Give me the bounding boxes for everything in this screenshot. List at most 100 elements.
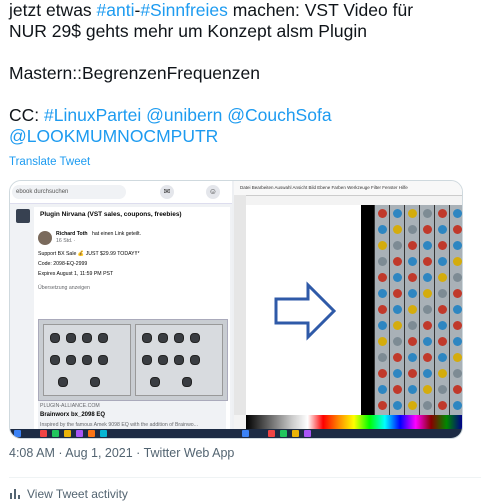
plugin-knob (423, 241, 432, 250)
activity-bar-chart-icon (10, 489, 20, 499)
tweet-text-segment: NUR 29$ gehts mehr um Konzept alsm Plugi… (9, 21, 367, 41)
plugin-knob (438, 209, 447, 218)
plugin-knob (438, 257, 447, 266)
plugin-knob (393, 369, 402, 378)
plugin-knob (393, 337, 402, 346)
post-line-3: Expires August 1, 11:59 PM PST (38, 271, 114, 277)
plugin-knob (408, 289, 417, 298)
plugin-knob (408, 337, 417, 346)
plugin-knob (378, 305, 387, 314)
gimp-palette (246, 415, 462, 429)
gimp-toolbox (234, 195, 246, 415)
plugin-knob (438, 225, 447, 234)
facebook-screenshot: ebook durchsuchen ✉ ☺ Plugin Nirvana (VS… (10, 181, 232, 438)
plugin-knob (393, 321, 402, 330)
post-translate: Übersetzung anzeigen (38, 285, 90, 291)
plugin-knob (423, 209, 432, 218)
tweet-text-line: Mastern::BegrenzenFrequenzen (9, 63, 479, 84)
plugin-knob (378, 209, 387, 218)
plugin-knob (393, 273, 402, 282)
plugin-knob (423, 257, 432, 266)
tweet-text-segment: jetzt etwas (9, 0, 97, 20)
plugin-knob (378, 321, 387, 330)
plugin-knob (378, 401, 387, 410)
plugin-knob (453, 385, 462, 394)
plugin-panel-right (135, 324, 223, 396)
people-icon: ☺ (206, 185, 220, 199)
tweet-text-line: jetzt etwas #anti-#Sinnfreies machen: VS… (9, 0, 479, 21)
tweet-text: jetzt etwas #anti-#Sinnfreies machen: VS… (9, 0, 479, 147)
plugin-knob (408, 241, 417, 250)
plugin-knob (423, 369, 432, 378)
plugin-image (38, 319, 228, 401)
plugin-knob (438, 337, 447, 346)
plugin-knob (423, 273, 432, 282)
plugin-knob (453, 225, 462, 234)
plugin-knob (378, 369, 387, 378)
plugin-knob (408, 369, 417, 378)
plugin-knob (438, 241, 447, 250)
poster-avatar (38, 231, 52, 245)
plugin-knob (378, 353, 387, 362)
mention-link[interactable]: @unibern (146, 105, 222, 125)
plugin-knob (408, 209, 417, 218)
plugin-knob (438, 401, 447, 410)
plugin-knob (453, 401, 462, 410)
link-domain: PLUGIN-ALLIANCE.COM (40, 403, 100, 409)
plugin-knob (438, 289, 447, 298)
tweet-timestamp[interactable]: 4:08 AM · Aug 1, 2021 · Twitter Web App (9, 446, 234, 460)
link-title: Brainworx bx_2098 EQ (40, 412, 106, 418)
post-line-1: Support BX Sale 💰 JUST $29.99 TODAY!!* (38, 251, 140, 257)
plugin-knob (393, 257, 402, 266)
plugin-knob (378, 257, 387, 266)
plugin-knob (453, 369, 462, 378)
hashtag-link[interactable]: #Sinnfreies (140, 0, 228, 20)
view-tweet-activity[interactable]: View Tweet activity (9, 487, 128, 501)
plugin-knob (438, 385, 447, 394)
plugin-knob (423, 353, 432, 362)
mention-link[interactable]: @LOOKMUMNOCMPUTR (9, 126, 218, 146)
tweet-text-line (9, 84, 479, 105)
plugin-knob (378, 385, 387, 394)
tweet-text-segment: machen: VST Video für (227, 0, 414, 20)
group-avatar (16, 209, 30, 223)
plugin-knob (453, 273, 462, 282)
plugin-knob (378, 337, 387, 346)
plugin-knob (393, 305, 402, 314)
plugin-knob (408, 401, 417, 410)
gimp-canvas (246, 205, 361, 415)
plugin-knob (378, 273, 387, 282)
plugin-strip (449, 205, 462, 415)
plugin-knob (423, 337, 432, 346)
plugin-knob (453, 257, 462, 266)
tweet-text-segment: Mastern::BegrenzenFrequenzen (9, 63, 260, 83)
plugin-knob (438, 321, 447, 330)
plugin-knob (408, 305, 417, 314)
group-name: Plugin Nirvana (VST sales, coupons, free… (40, 211, 182, 218)
right-arrow-icon (274, 281, 337, 341)
plugin-knob (378, 225, 387, 234)
translate-tweet-link[interactable]: Translate Tweet (9, 156, 90, 168)
plugin-panel-left (43, 324, 131, 396)
plugin-knob (453, 241, 462, 250)
gimp-black-region (361, 205, 374, 415)
plugin-knob (408, 257, 417, 266)
plugin-knob (408, 353, 417, 362)
view-tweet-activity-label: View Tweet activity (27, 487, 128, 501)
hashtag-link[interactable]: #LinuxPartei (44, 105, 141, 125)
plugin-knob (393, 289, 402, 298)
plugin-knob (393, 353, 402, 362)
plugin-knob (378, 289, 387, 298)
poster-name: Richard Toth (56, 231, 88, 237)
plugin-knob (393, 241, 402, 250)
mention-link[interactable]: @CouchSofa (227, 105, 331, 125)
tweet-text-line: NUR 29$ gehts mehr um Konzept alsm Plugi… (9, 21, 479, 42)
post-line-2: Code: 2098-EQ-2999 (38, 261, 88, 267)
tweet-media-image[interactable]: ebook durchsuchen ✉ ☺ Plugin Nirvana (VS… (9, 180, 463, 439)
plugin-knob (423, 401, 432, 410)
hashtag-link[interactable]: #anti (97, 0, 135, 20)
plugin-knob (438, 369, 447, 378)
link-description: Inspired by the famous Amek 9098 EQ with… (40, 422, 199, 428)
tweet-text-line: @LOOKMUMNOCMPUTR (9, 126, 479, 147)
plugin-knob (453, 353, 462, 362)
